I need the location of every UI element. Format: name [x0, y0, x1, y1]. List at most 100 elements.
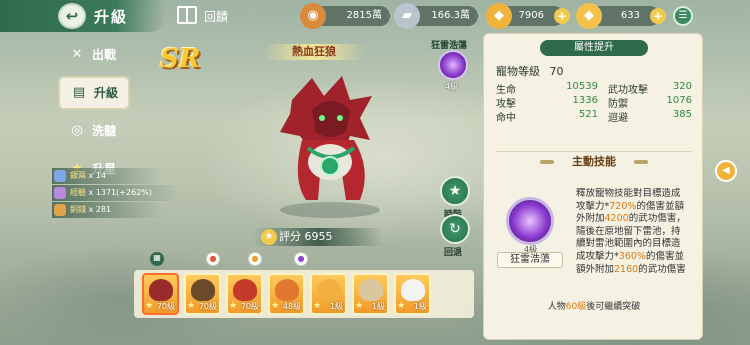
yuanbao-counter: ◆ 633 +	[576, 3, 666, 29]
star-icon: ★	[145, 301, 154, 311]
back-icon[interactable]: ↩	[58, 3, 86, 29]
copper-coin-icon: ◉	[300, 3, 326, 29]
pet-filter-tabs: ▦ ● ● ●	[134, 250, 474, 270]
pet-portrait	[149, 279, 173, 301]
silver-ingot-icon: ▰	[394, 3, 420, 29]
material-name: 經驗	[70, 188, 86, 197]
pet-portrait	[191, 279, 215, 301]
gold-ingot-counter: ◆ 7906 +	[486, 3, 570, 29]
pet-face	[312, 101, 350, 137]
gold-ingot-value: 7906	[518, 10, 544, 21]
tab-all[interactable]: ▦	[150, 252, 164, 266]
attribute-panel: 屬性提升 寵物等級 70 生命 10539 武功攻擊 320 攻擊 1336 防…	[483, 33, 703, 340]
pet-card[interactable]: ★ 48級	[268, 273, 305, 315]
stat-label: 武功攻擊	[608, 85, 648, 96]
nav-item-deploy[interactable]: ✕ 出戰	[58, 38, 130, 72]
refresh-icon: ↻	[449, 221, 461, 237]
nav-label: 洗髓	[92, 124, 117, 138]
pet-level-value: 70	[549, 65, 564, 78]
tab-defense[interactable]: ●	[248, 252, 262, 266]
material-count: x 14	[88, 171, 107, 180]
divider	[496, 151, 692, 152]
rarity-badge: SR	[160, 44, 201, 74]
stat-row: 生命 10539 武功攻擊 320	[496, 81, 694, 96]
stat-row: 命中 521 迴避 385	[496, 109, 694, 124]
pet-eye-left	[319, 115, 325, 121]
pet-card[interactable]: ★ 1級	[310, 273, 347, 315]
stat-value: 1336	[572, 95, 598, 106]
material-name: 銀兩	[70, 171, 86, 180]
star-badge-icon: ★	[448, 183, 462, 199]
pet-level: 70級	[240, 302, 259, 311]
material-item[interactable]: 銅錢 x 281	[52, 202, 162, 218]
desc-number: 720%	[609, 200, 637, 212]
silver-material-icon	[54, 170, 66, 182]
score-label: 評分	[279, 230, 301, 243]
top-bar: ↩ 升級 回饋 ◉ 2815萬 ▰ 166.3萬 ◆ 7906 + ◆ 633 …	[0, 0, 750, 32]
revert-button[interactable]: ↻	[440, 214, 470, 244]
pet-level-label: 寵物等級	[496, 65, 540, 78]
hint-suffix: 後可繼續突破	[586, 302, 641, 312]
pet-portrait	[359, 279, 383, 301]
costume-button[interactable]: ★	[440, 176, 470, 206]
pet-level: 70級	[198, 302, 217, 311]
material-name: 銅錢	[70, 205, 86, 214]
lightning-skill-icon[interactable]	[506, 197, 554, 245]
pet-level-row: 寵物等級 70	[496, 63, 564, 79]
skill-description: 釋放寵物技能對目標造成攻擊力*720%的傷害並額外附加4200的武功傷害，隨後在…	[576, 188, 688, 282]
tab-attack[interactable]: ●	[206, 252, 220, 266]
page-title: 升級	[94, 8, 129, 26]
lightning-skill-icon[interactable]	[438, 50, 468, 80]
star-icon: ★	[229, 301, 238, 311]
skill-name: 狂雷浩蕩	[497, 252, 563, 268]
hint-prefix: 人物	[547, 302, 566, 312]
exp-material-icon	[54, 187, 66, 199]
star-icon: ★	[355, 301, 364, 311]
stat-value: 385	[672, 109, 692, 120]
stat-value: 1076	[666, 95, 692, 106]
material-item[interactable]: 銀兩 x 14	[52, 168, 162, 184]
stat-label: 攻擊	[496, 99, 516, 110]
nav-item-upgrade[interactable]: ▤ 升級	[58, 76, 130, 110]
nav-item-refine[interactable]: ◎ 洗髓	[58, 114, 130, 148]
gold-ingot-icon: ◆	[486, 3, 512, 29]
pet-level: 1級	[413, 302, 427, 311]
active-skill-title: 主動技能	[536, 154, 652, 170]
stat-value: 320	[672, 81, 692, 92]
gift-label[interactable]: 回饋	[204, 8, 228, 25]
pet-eye-right	[337, 115, 343, 121]
pet-wolf-illustration	[280, 76, 380, 218]
silver-ingot-counter: ▰ 166.3萬	[394, 3, 478, 29]
pet-card[interactable]: ★ 70級	[226, 273, 263, 315]
tab-support[interactable]: ●	[294, 252, 308, 266]
material-item[interactable]: 經驗 x 1371(+262%)	[52, 185, 180, 201]
yuanbao-add-button[interactable]: +	[650, 8, 666, 24]
desc-number: 2160	[614, 263, 639, 275]
pet-portrait	[275, 279, 299, 301]
menu-icon[interactable]: ☰	[673, 6, 693, 26]
stat-row: 攻擊 1336 防禦 1076	[496, 95, 694, 110]
collapse-panel-icon[interactable]: ◀	[715, 160, 737, 182]
pet-card[interactable]: ★ 70級	[184, 273, 221, 315]
copper-coin-counter: ◉ 2815萬	[300, 3, 390, 29]
pet-name: 熱血狂狼	[264, 44, 364, 60]
pet-card[interactable]: ★ 1級	[394, 273, 431, 315]
gift-icon[interactable]	[177, 6, 197, 24]
breakthrough-hint: 人物60級後可繼續突破	[484, 299, 704, 312]
stat-label: 生命	[496, 85, 516, 96]
cauldron-icon: ◎	[71, 123, 83, 138]
pet-portrait	[233, 279, 257, 301]
pet-level: 1級	[329, 302, 343, 311]
pet-portrait	[317, 279, 341, 301]
silver-ingot-value: 166.3萬	[431, 10, 470, 21]
stat-label: 命中	[496, 113, 516, 124]
gold-add-button[interactable]: +	[554, 8, 570, 24]
pet-card[interactable]: ★ 70級	[142, 273, 179, 315]
nav-label: 升級	[94, 86, 119, 100]
pet-card[interactable]: ★ 1級	[352, 273, 389, 315]
desc-text: 的武功傷害	[638, 263, 686, 275]
pet-portrait	[401, 279, 425, 301]
copper-coin-value: 2815萬	[346, 10, 382, 21]
stat-value: 10539	[566, 81, 598, 92]
star-icon: ★	[187, 301, 196, 311]
